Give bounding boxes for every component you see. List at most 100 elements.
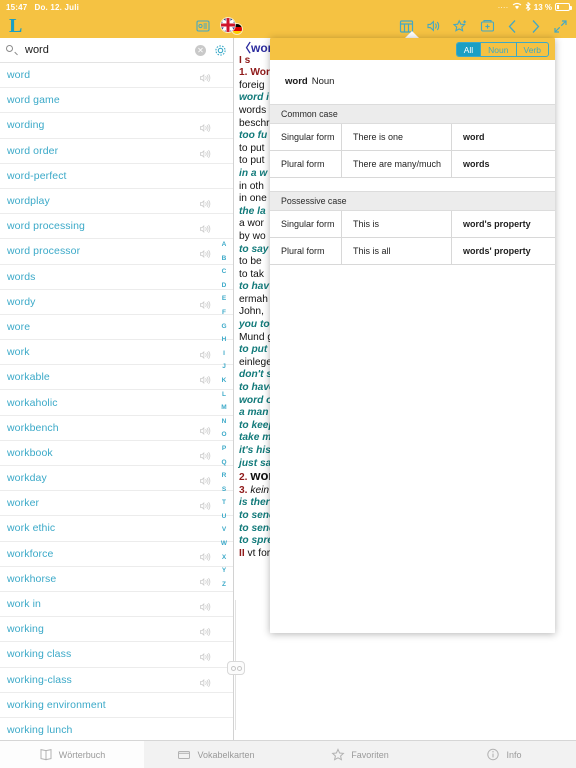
alphabet-index-letter[interactable]: G [221,320,226,334]
speaker-icon[interactable] [199,146,211,158]
list-item[interactable]: word-perfect [0,163,233,189]
flashcards-icon[interactable] [196,19,211,33]
alphabet-index-letter[interactable]: F [222,306,226,320]
speaker-icon[interactable] [199,498,211,511]
alphabet-index-letter[interactable]: S [222,483,226,497]
alphabet-index[interactable]: ABCDEFGHIJKLMNOPQRSTUVWXYZ [218,238,230,591]
tab-vokabelkarten[interactable]: Vokabelkarten [144,741,288,768]
alphabet-index-letter[interactable]: W [221,537,227,551]
alphabet-index-letter[interactable]: M [221,401,226,415]
list-item[interactable]: wording [0,113,233,139]
alphabet-index-letter[interactable]: X [222,551,226,565]
tab-favoriten[interactable]: Favoriten [288,741,432,768]
speaker-icon[interactable] [199,649,211,662]
list-item[interactable]: word order [0,138,233,164]
pane-resize-handle[interactable] [227,661,245,675]
speaker-icon[interactable] [199,423,211,435]
list-item[interactable]: word game [0,88,233,114]
list-item[interactable]: words [0,264,233,290]
chevron-right-icon[interactable] [530,19,541,34]
speaker-icon[interactable] [199,246,211,259]
alphabet-index-letter[interactable]: P [222,442,226,456]
box-add-icon[interactable] [480,19,495,33]
alphabet-index-letter[interactable]: R [222,469,227,483]
alphabet-index-letter[interactable]: H [222,333,227,347]
alphabet-index-letter[interactable]: V [222,523,226,537]
alphabet-index-letter[interactable]: O [221,428,226,442]
speaker-icon[interactable] [199,347,211,360]
alphabet-index-letter[interactable]: L [222,388,226,402]
star-add-icon[interactable] [453,19,468,33]
list-item[interactable]: workforce [0,541,233,567]
word-list-scroll-area[interactable]: word word game wording word order word-perfe… [0,63,233,740]
alphabet-index-letter[interactable]: Z [222,578,226,592]
list-item[interactable]: working lunch [0,717,233,740]
list-item[interactable]: wore [0,314,233,341]
speaker-icon[interactable] [199,70,211,83]
gear-icon[interactable] [214,44,227,57]
search-bar[interactable]: word ✕ [0,38,233,63]
tab-info[interactable]: Info [432,741,576,768]
speaker-icon[interactable] [199,297,211,309]
list-item[interactable]: working [0,617,233,643]
alphabet-index-letter[interactable]: K [222,374,227,388]
list-item[interactable]: working environment [0,692,233,718]
table-cell-value: words' property [463,246,531,256]
alphabet-index-letter[interactable]: I [223,347,225,361]
alphabet-index-letter[interactable]: J [222,360,226,374]
alphabet-index-letter[interactable]: Q [221,456,226,470]
list-item[interactable]: work in [0,591,233,618]
list-item[interactable]: working class [0,642,233,668]
popup-segment-verb[interactable]: Verb [517,43,548,56]
list-item[interactable]: wordplay [0,188,233,215]
list-item[interactable]: workday [0,466,233,492]
speaker-icon[interactable] [199,196,211,209]
list-item[interactable]: workhorse [0,566,233,592]
chevron-left-icon[interactable] [507,19,518,34]
speaker-icon[interactable] [199,624,211,637]
speaker-icon[interactable] [199,221,211,234]
speaker-icon[interactable] [199,549,211,561]
speaker-icon[interactable] [199,120,211,133]
language-pair-flags-icon[interactable] [220,17,244,35]
speaker-icon[interactable] [199,473,211,486]
popup-segment-all[interactable]: All [456,42,482,56]
alphabet-index-letter[interactable]: Y [222,564,226,578]
list-item[interactable]: work [0,340,233,366]
list-item[interactable]: workable [0,365,233,391]
grammar-popup[interactable]: All Noun Verb word Noun Common case Singula… [270,38,555,633]
alphabet-index-letter[interactable]: E [222,292,226,306]
list-item[interactable]: word processor [0,239,233,265]
list-item[interactable]: work ethic [0,516,233,542]
word-list-label: word processing [7,220,85,233]
speaker-icon[interactable] [199,574,211,586]
list-item[interactable]: word [0,63,233,89]
alphabet-index-letter[interactable]: D [222,279,227,293]
speaker-icon[interactable] [199,372,211,385]
clear-icon[interactable]: ✕ [195,44,206,56]
list-item[interactable]: workbench [0,415,233,441]
search-input[interactable]: word [25,44,195,56]
speaker-icon[interactable] [199,599,211,612]
speaker-icon[interactable] [199,675,211,687]
list-item[interactable]: workaholic [0,390,233,416]
tab-wörterbuch[interactable]: Wörterbuch [0,741,144,768]
list-item[interactable]: word processing [0,214,233,240]
alphabet-index-letter[interactable]: U [222,510,227,524]
popup-filter-segments[interactable]: All Noun Verb [455,41,549,57]
alphabet-index-letter[interactable]: B [222,252,227,266]
app-root: 15:47 Do. 12. Juli .... 13 % L word ✕ wo… [0,0,576,768]
alphabet-index-letter[interactable]: C [222,265,227,279]
alphabet-index-letter[interactable]: A [222,238,227,252]
list-item[interactable]: worker [0,491,233,517]
popup-header: All Noun Verb [270,38,555,60]
speaker-icon[interactable] [199,448,211,461]
expand-icon[interactable] [553,19,568,34]
list-item[interactable]: workbook [0,440,233,466]
speaker-icon[interactable] [426,19,441,33]
alphabet-index-letter[interactable]: T [222,496,226,510]
alphabet-index-letter[interactable]: N [222,415,227,429]
popup-segment-noun[interactable]: Noun [481,42,517,56]
list-item[interactable]: working-class [0,667,233,693]
list-item[interactable]: wordy [0,289,233,315]
